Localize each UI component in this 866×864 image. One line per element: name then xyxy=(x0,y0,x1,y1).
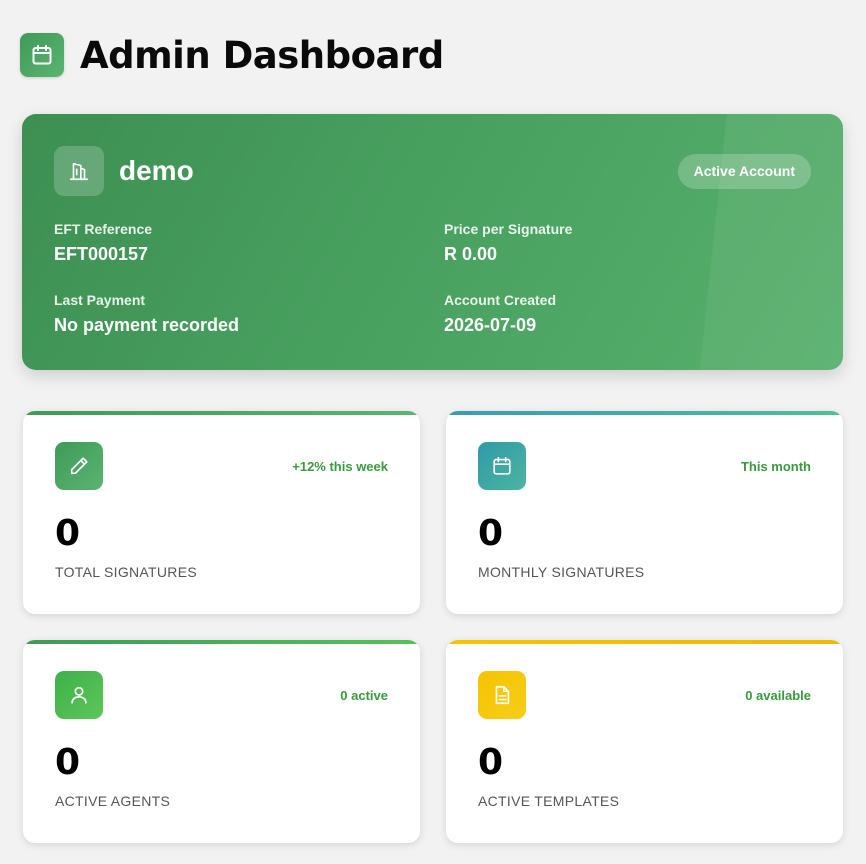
stat-label: ACTIVE AGENTS xyxy=(55,793,171,809)
stat-value: 0 xyxy=(55,742,81,783)
stat-label: ACTIVE TEMPLATES xyxy=(478,793,620,809)
account-created-field: Account Created 2026-07-09 xyxy=(444,292,556,336)
card-accent-bar xyxy=(446,411,843,415)
eft-reference-field: EFT Reference EFT000157 xyxy=(54,221,152,265)
account-created-label: Account Created xyxy=(444,292,557,308)
page-header: Admin Dashboard xyxy=(20,33,444,77)
eft-reference-value: EFT000157 xyxy=(54,244,149,264)
stat-value: 0 xyxy=(478,513,504,554)
eft-reference-label: EFT Reference xyxy=(54,221,153,237)
stat-value: 0 xyxy=(55,513,81,554)
calendar-icon xyxy=(478,442,526,490)
stat-card-active-agents[interactable]: 0 active 0 ACTIVE AGENTS xyxy=(23,640,420,843)
pen-icon xyxy=(55,442,103,490)
stat-card-monthly-signatures[interactable]: This month 0 MONTHLY SIGNATURES xyxy=(446,411,843,614)
last-payment-label: Last Payment xyxy=(54,292,146,308)
dashboard-page: Admin Dashboard demo Active Account EFT … xyxy=(0,0,866,864)
building-icon xyxy=(54,146,104,196)
status-badge: Active Account xyxy=(677,153,811,189)
stat-tag: 0 active xyxy=(340,688,388,703)
document-icon xyxy=(478,671,526,719)
account-created-value: 2026-07-09 xyxy=(444,315,537,335)
calendar-icon xyxy=(20,33,64,77)
account-name: demo xyxy=(119,155,194,186)
card-accent-bar xyxy=(446,640,843,644)
stat-tag: This month xyxy=(740,459,811,474)
price-value: R 0.00 xyxy=(444,244,498,264)
stat-card-total-signatures[interactable]: +12% this week 0 TOTAL SIGNATURES xyxy=(23,411,420,614)
page-title: Admin Dashboard xyxy=(80,33,444,77)
stat-card-active-templates[interactable]: 0 available 0 ACTIVE TEMPLATES xyxy=(446,640,843,843)
account-card: demo Active Account EFT Reference EFT000… xyxy=(22,114,843,370)
account-header: demo Active Account xyxy=(54,146,811,196)
stat-tag: 0 available xyxy=(745,688,811,703)
stat-tag: +12% this week xyxy=(292,459,388,474)
stat-value: 0 xyxy=(478,742,504,783)
price-label: Price per Signature xyxy=(444,221,573,237)
user-icon xyxy=(55,671,103,719)
price-field: Price per Signature R 0.00 xyxy=(444,221,572,265)
stat-label: TOTAL SIGNATURES xyxy=(55,564,197,580)
last-payment-field: Last Payment No payment recorded xyxy=(54,292,239,336)
card-accent-bar xyxy=(23,411,420,415)
last-payment-value: No payment recorded xyxy=(54,315,240,335)
stat-label: MONTHLY SIGNATURES xyxy=(478,564,645,580)
card-accent-bar xyxy=(23,640,420,644)
